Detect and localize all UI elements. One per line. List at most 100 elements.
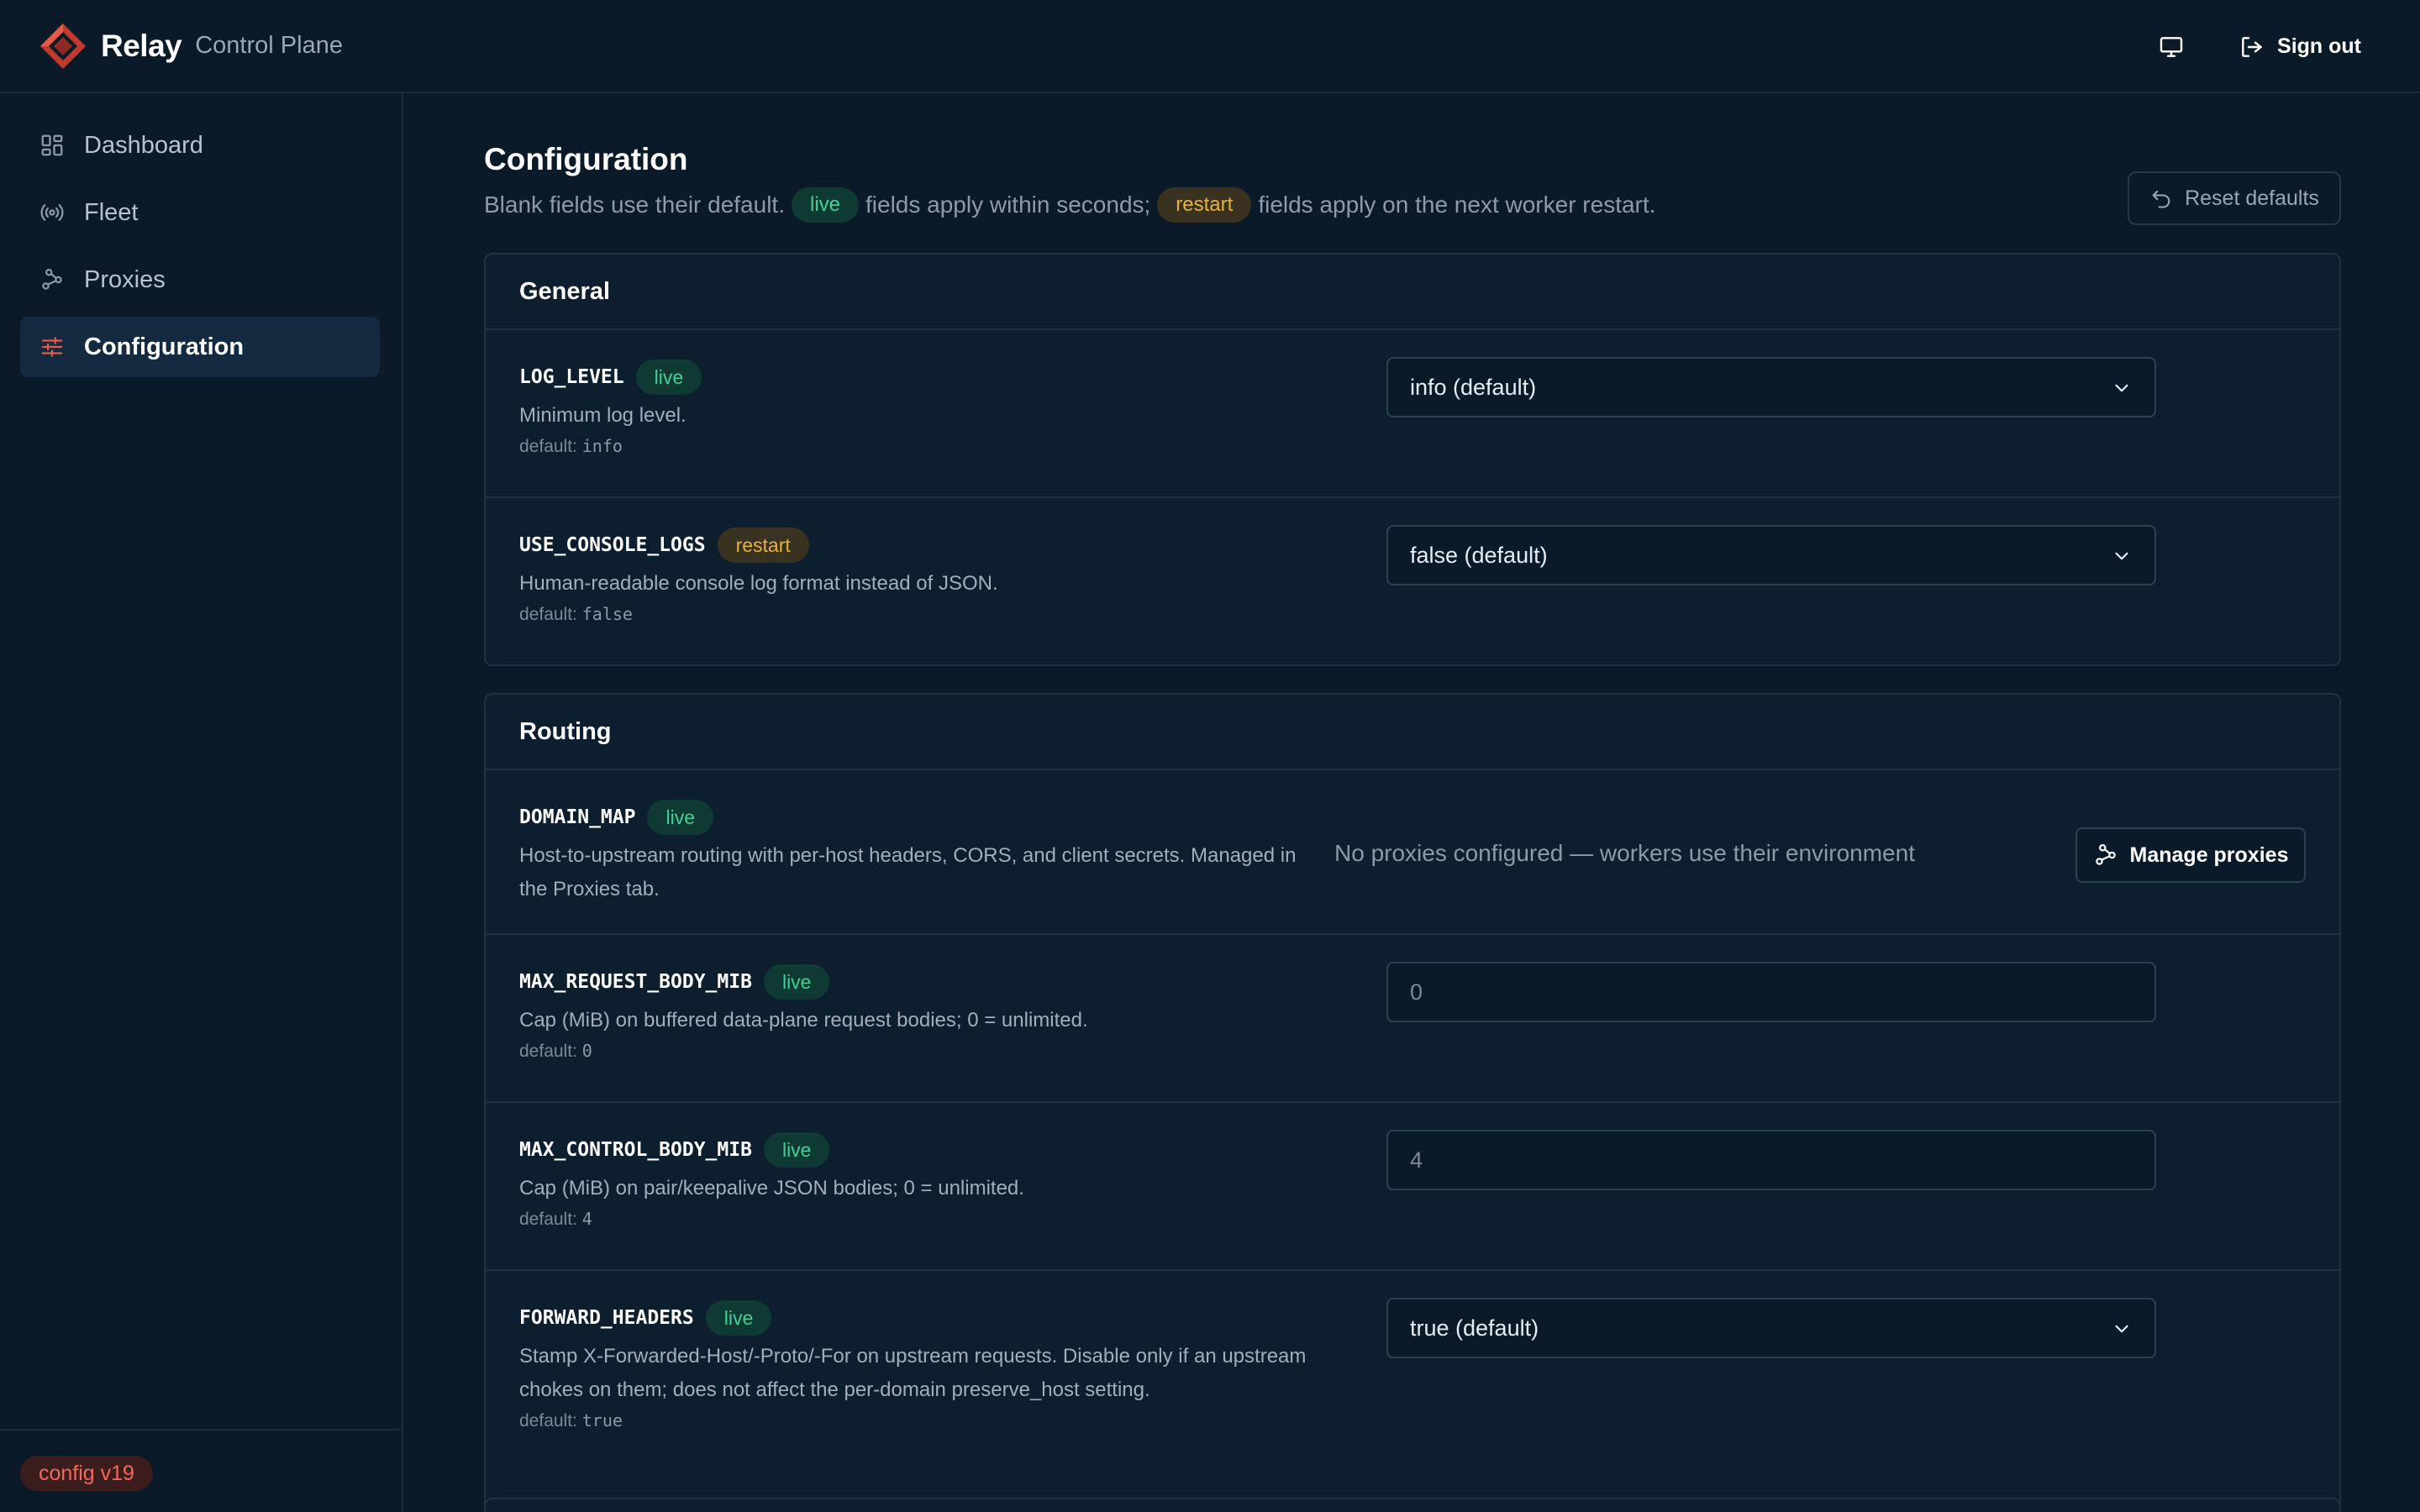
- sidebar-item-proxies[interactable]: Proxies: [20, 249, 380, 310]
- description-line: Stamp X-Forwarded-Host/-Proto/-For on up…: [519, 1345, 1307, 1368]
- sidebar-item-label: Dashboard: [84, 131, 203, 159]
- config-key: MAX_CONTROL_BODY_MIB: [519, 1139, 752, 1161]
- live-badge: live: [763, 964, 830, 1000]
- default-prefix: default:: [519, 1042, 577, 1061]
- config-description: Minimum log level.: [519, 404, 687, 427]
- default-value: 4: [581, 1209, 592, 1229]
- page-description: Blank fields use their default. live fie…: [484, 187, 1655, 223]
- config-row-domain-map: DOMAIN_MAP live Host-to-upstream routing…: [486, 770, 2339, 935]
- section-header: General: [486, 255, 2339, 330]
- default-prefix: default:: [519, 437, 577, 456]
- page-title: Configuration: [484, 142, 688, 176]
- dashboard-grid-icon: [39, 132, 66, 159]
- live-badge: live: [647, 800, 713, 835]
- manage-proxies-button[interactable]: Manage proxies: [2075, 827, 2306, 883]
- brand-subtitle: Control Plane: [195, 32, 343, 59]
- sign-out-button[interactable]: Sign out: [2238, 34, 2361, 60]
- chevron-down-icon: [2115, 1325, 2128, 1333]
- section-title: Routing: [519, 717, 612, 745]
- reset-defaults-button[interactable]: Reset defaults: [2128, 171, 2341, 225]
- broadcast-icon: [39, 199, 66, 226]
- sidebar-item-label: Fleet: [84, 198, 139, 226]
- live-legend-pill: live: [791, 187, 859, 223]
- config-description: Stamp X-Forwarded-Host/-Proto/-For on up…: [519, 1340, 1360, 1407]
- default-prefix: default:: [519, 1411, 577, 1431]
- input-value: 0: [1410, 979, 1423, 1005]
- routing-section: Routing DOMAIN_MAP live Host-to-upstream…: [484, 693, 2341, 1512]
- general-section: General LOG_LEVEL live Minimum log level…: [484, 253, 2341, 666]
- config-default: default: true: [519, 1410, 1360, 1431]
- live-badge: live: [635, 360, 702, 395]
- live-badge: live: [763, 1132, 830, 1168]
- display-toggle-button[interactable]: [2151, 27, 2191, 67]
- config-description: Cap (MiB) on buffered data-plane request…: [519, 1009, 1088, 1032]
- default-value: info: [581, 436, 623, 456]
- config-key: LOG_LEVEL: [519, 366, 624, 388]
- section-header: Routing: [486, 695, 2339, 770]
- config-row-use-console-logs: USE_CONSOLE_LOGS restart Human-readable …: [486, 498, 2339, 664]
- config-row-max-control-body-mib: MAX_CONTROL_BODY_MIB live Cap (MiB) on p…: [486, 1103, 2339, 1271]
- chevron-down-icon: [2115, 552, 2128, 560]
- relay-logo-icon: [40, 23, 86, 69]
- config-default: default: false: [519, 604, 1309, 625]
- config-description: Host-to-upstream routing with per-host h…: [519, 839, 1309, 906]
- config-row-forward-headers: FORWARD_HEADERS live Stamp X-Forwarded-H…: [486, 1271, 2339, 1473]
- sidebar-item-fleet[interactable]: Fleet: [20, 182, 380, 243]
- page-desc-part1: Blank fields use their default.: [484, 192, 785, 218]
- max-control-body-input[interactable]: 4: [1386, 1130, 2156, 1190]
- proxies-network-icon: [2095, 844, 2116, 865]
- config-row-max-request-body-mib: MAX_REQUEST_BODY_MIB live Cap (MiB) on b…: [486, 935, 2339, 1103]
- description-line: the Proxies tab.: [519, 878, 660, 900]
- default-value: false: [581, 604, 633, 624]
- log-level-select[interactable]: info (default): [1386, 357, 2156, 417]
- undo-icon: [2152, 190, 2170, 208]
- reset-defaults-label: Reset defaults: [2185, 186, 2319, 210]
- sign-out-icon: [2242, 36, 2262, 57]
- config-key: FORWARD_HEADERS: [519, 1307, 694, 1329]
- select-value: false (default): [1410, 542, 1548, 568]
- manage-proxies-label: Manage proxies: [2129, 843, 2289, 867]
- sign-out-label: Sign out: [2277, 34, 2361, 58]
- default-prefix: default:: [519, 1210, 577, 1229]
- restart-legend-pill: restart: [1157, 187, 1252, 223]
- description-line: chokes on them; does not affect the per-…: [519, 1378, 1150, 1401]
- sidebar: Dashboard Fleet Proxies Configuration co…: [0, 93, 403, 1512]
- forward-headers-select[interactable]: true (default): [1386, 1298, 2156, 1358]
- sidebar-item-dashboard[interactable]: Dashboard: [20, 115, 380, 176]
- config-description: Cap (MiB) on pair/keepalive JSON bodies;…: [519, 1177, 1024, 1200]
- use-console-logs-select[interactable]: false (default): [1386, 525, 2156, 585]
- brand-name: Relay: [101, 28, 182, 63]
- top-bar: Relay Control Plane Sign out: [0, 0, 2420, 93]
- page-desc-part2: fields apply within seconds;: [865, 192, 1151, 218]
- config-description: Human-readable console log format instea…: [519, 572, 998, 595]
- config-default: default: 0: [519, 1041, 1309, 1062]
- default-prefix: default:: [519, 605, 577, 624]
- config-version-badge: config v19: [20, 1456, 153, 1491]
- sliders-icon: [39, 333, 66, 360]
- config-key: DOMAIN_MAP: [519, 806, 636, 828]
- sidebar-item-label: Proxies: [84, 265, 166, 293]
- restart-badge: restart: [717, 528, 809, 563]
- description-line: Host-to-upstream routing with per-host h…: [519, 844, 1297, 867]
- sidebar-nav: Dashboard Fleet Proxies Configuration: [0, 93, 402, 377]
- page-desc-part3: fields apply on the next worker restart.: [1258, 192, 1656, 218]
- select-value: info (default): [1410, 374, 1537, 400]
- max-request-body-input[interactable]: 0: [1386, 962, 2156, 1022]
- chevron-down-icon: [2115, 384, 2128, 392]
- input-value: 4: [1410, 1147, 1423, 1173]
- monitor-icon: [2160, 36, 2183, 57]
- config-key: MAX_REQUEST_BODY_MIB: [519, 971, 752, 993]
- select-value: true (default): [1410, 1315, 1539, 1341]
- live-badge: live: [705, 1300, 772, 1336]
- sidebar-item-configuration[interactable]: Configuration: [20, 317, 380, 377]
- proxies-network-icon: [39, 266, 66, 293]
- config-key: USE_CONSOLE_LOGS: [519, 534, 706, 556]
- next-section-card: [484, 1498, 2341, 1512]
- proxies-status-text: No proxies configured — workers use thei…: [1334, 840, 1915, 866]
- config-row-log-level: LOG_LEVEL live Minimum log level. defaul…: [486, 330, 2339, 498]
- default-value: 0: [581, 1041, 592, 1061]
- sidebar-footer: config v19: [0, 1429, 402, 1512]
- section-title: General: [519, 277, 610, 305]
- brand[interactable]: Relay Control Plane: [39, 22, 343, 71]
- default-value: true: [581, 1410, 623, 1431]
